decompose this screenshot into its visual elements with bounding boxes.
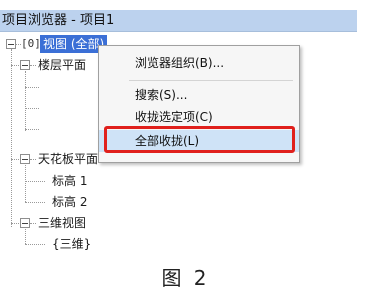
tree-node-label: 标高 1 [52, 174, 88, 188]
tree-node-level-2[interactable]: 标高 2 [0, 192, 160, 212]
menu-item-browser-organization[interactable]: 浏览器组织(B)... [99, 52, 299, 74]
tree-node-label: 三维视图 [38, 216, 87, 230]
menu-item-collapse-selected[interactable]: 收拢选定项(C) [99, 106, 299, 128]
tree-node-label: 标高 2 [52, 195, 88, 209]
project-browser-title: 项目浏览器 - 项目1 [0, 10, 357, 32]
tree-node-label: 天花板平面 [38, 152, 99, 166]
collapse-toggle-icon[interactable] [20, 60, 30, 70]
menu-separator [129, 80, 293, 81]
tree-node-3d-default[interactable]: {三维} [0, 234, 160, 254]
highlight-annotation-box [104, 126, 295, 153]
tree-node-3d-views[interactable]: 三维视图 [0, 213, 160, 233]
collapse-toggle-icon[interactable] [6, 39, 16, 49]
collapse-toggle-icon[interactable] [20, 218, 30, 228]
collapse-toggle-icon[interactable] [20, 154, 30, 164]
tree-node-floor-plans[interactable]: 楼层平面 [0, 55, 100, 75]
views-icon: [0] [21, 37, 41, 50]
figure-caption: 图 2 [161, 266, 210, 290]
menu-item-search[interactable]: 搜索(S)... [99, 84, 299, 106]
tree-node-label: 楼层平面 [38, 58, 87, 72]
tree-node-level-1[interactable]: 标高 1 [0, 171, 160, 191]
tree-node-label: {三维} [52, 237, 92, 251]
